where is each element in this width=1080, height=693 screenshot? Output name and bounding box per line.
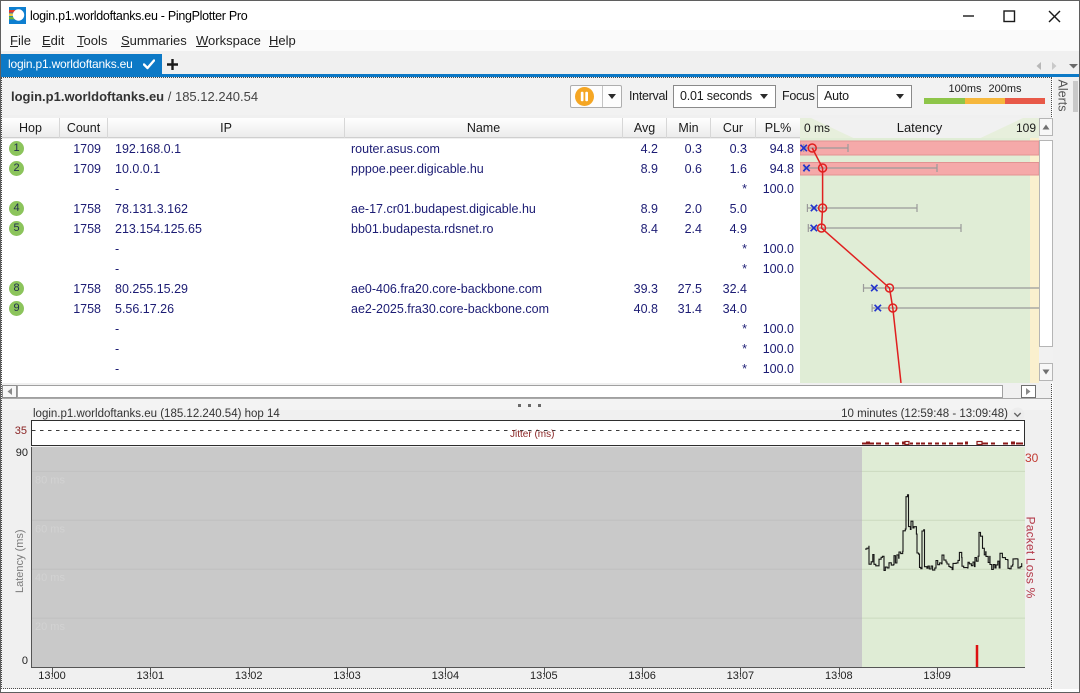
- svg-text:40 ms: 40 ms: [35, 572, 65, 584]
- svg-text:20 ms: 20 ms: [35, 621, 65, 633]
- svg-text:60 ms: 60 ms: [35, 523, 65, 535]
- svg-text:80 ms: 80 ms: [35, 474, 65, 486]
- svg-text:Jitter (ms): Jitter (ms): [510, 429, 554, 440]
